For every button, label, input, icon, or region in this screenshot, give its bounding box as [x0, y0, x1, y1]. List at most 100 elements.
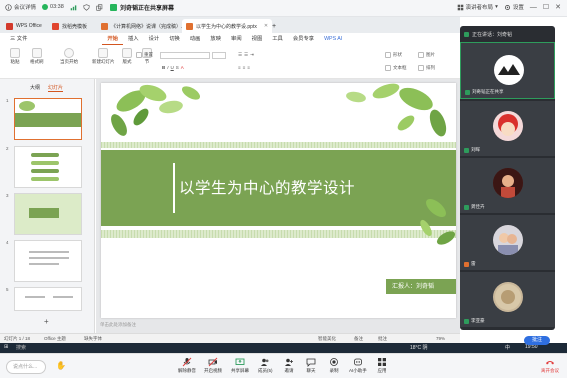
- slide-editing-area[interactable]: 以学生为中心的教学设计 汇报人：刘奇韬 单击此处添加备注: [96, 79, 460, 333]
- leave-meeting-button[interactable]: 离开会议: [541, 357, 559, 374]
- leaf-decoration: [19, 101, 35, 111]
- apps-label: 应用: [377, 368, 387, 373]
- participant-tile-2[interactable]: 刘晖: [460, 101, 555, 156]
- shape-icon: [385, 52, 391, 58]
- taskbar-search[interactable]: 搜索: [16, 344, 26, 351]
- font-controls[interactable]: [160, 52, 226, 59]
- reset-button[interactable]: 重置: [136, 52, 153, 58]
- annotate-button[interactable]: 批注: [524, 336, 550, 345]
- hand-raise-icon[interactable]: ✋: [56, 361, 66, 370]
- layout-button[interactable]: 演讲者布局 ▾: [457, 3, 498, 11]
- menu-wps-ai[interactable]: WPS AI: [319, 33, 347, 45]
- font-color-icon[interactable]: A: [181, 65, 184, 70]
- participant-tile-5[interactable]: 李亚豪: [460, 272, 555, 327]
- format-painter-button[interactable]: 格式刷: [30, 48, 44, 65]
- name-label: 李亚豪: [471, 318, 485, 323]
- font-size-select[interactable]: [212, 52, 226, 59]
- leave-meeting-label: 离开会议: [541, 368, 559, 373]
- align-right-icon[interactable]: ≡: [247, 65, 250, 70]
- unmute-button[interactable]: 解除静音: [178, 357, 196, 374]
- italic-icon[interactable]: I: [167, 65, 168, 70]
- pptx-file-icon: [101, 22, 108, 30]
- menu-insert[interactable]: 插入: [123, 33, 144, 45]
- menu-animation[interactable]: 动画: [185, 33, 206, 45]
- tab-current-pptx[interactable]: 以学生为中心的教学设.pptx ✕: [182, 19, 273, 33]
- menu-review[interactable]: 审阅: [226, 33, 247, 45]
- slide-thumb-2[interactable]: 2: [6, 146, 82, 188]
- notes-placeholder[interactable]: 单击此处添加备注: [100, 322, 136, 328]
- participant-tile-4[interactable]: 雷: [460, 215, 555, 270]
- chat-input[interactable]: 说点什么...: [6, 360, 46, 374]
- tab-template[interactable]: 找稻壳模板: [48, 19, 91, 33]
- settings-button[interactable]: 设置: [504, 3, 524, 11]
- tab-wps-office[interactable]: WPS Office: [2, 19, 46, 33]
- copy-icon[interactable]: [96, 3, 103, 11]
- tab-outline[interactable]: 大纲: [30, 84, 40, 92]
- photo-avatar-icon: [495, 284, 521, 310]
- align-center-icon[interactable]: ≡: [243, 65, 246, 70]
- zoom-level[interactable]: 79%: [436, 336, 445, 341]
- numbered-list-icon[interactable]: ☰: [244, 52, 248, 58]
- windows-start-icon[interactable]: ⊞: [4, 344, 8, 350]
- underline-icon[interactable]: U: [171, 65, 174, 70]
- notes-toggle[interactable]: 备注: [354, 336, 363, 342]
- add-slide-button[interactable]: +: [44, 317, 49, 326]
- bullet-list-icon[interactable]: ☰: [238, 52, 242, 58]
- input-language[interactable]: 中: [505, 344, 510, 351]
- reset-label: 重置: [144, 52, 153, 57]
- arrange-button[interactable]: 排列: [418, 65, 435, 71]
- menu-view[interactable]: 视图: [247, 33, 268, 45]
- menu-home[interactable]: 开始: [102, 33, 123, 45]
- comments-toggle[interactable]: 批注: [378, 336, 387, 342]
- shield-icon[interactable]: [83, 3, 90, 11]
- picture-button[interactable]: 图片: [418, 52, 435, 58]
- slide-title[interactable]: 以学生为中心的教学设计: [179, 176, 355, 198]
- bold-icon[interactable]: B: [162, 65, 165, 70]
- strikethrough-icon[interactable]: S: [176, 65, 179, 70]
- new-tab-button[interactable]: +: [268, 19, 280, 33]
- paste-button[interactable]: 粘贴: [10, 48, 20, 65]
- slide-thumb-3[interactable]: 3: [6, 193, 82, 235]
- indent-icon[interactable]: ⇥: [250, 52, 254, 58]
- textbox-button[interactable]: 文本框: [385, 65, 407, 71]
- signal-icon[interactable]: [70, 4, 77, 11]
- current-start-button[interactable]: 当页开始: [60, 48, 78, 65]
- slide-thumb-4[interactable]: 4: [6, 240, 82, 282]
- members-button[interactable]: 成员(5): [258, 357, 273, 374]
- apps-button[interactable]: 应用: [377, 357, 387, 374]
- menu-slideshow[interactable]: 放映: [205, 33, 226, 45]
- weather: 18°C 阴: [410, 345, 428, 351]
- smart-beautify-button[interactable]: 智能美化: [318, 336, 336, 342]
- participant-tile-1[interactable]: 刘奇韬正在共享: [460, 42, 555, 99]
- status-bar: 幻灯片 1 / 18 Office 主题 缺失字体 智能美化 备注 批注 79%: [0, 333, 460, 343]
- slide[interactable]: 以学生为中心的教学设计 汇报人：刘奇韬: [101, 83, 456, 318]
- menu-transition[interactable]: 切换: [164, 33, 185, 45]
- participant-tile-3[interactable]: 龚佳卉: [460, 158, 555, 213]
- tab-slides[interactable]: 幻灯片: [48, 84, 64, 92]
- menu-tools[interactable]: 工具: [267, 33, 288, 45]
- new-slide-button[interactable]: 新建幻灯片: [92, 48, 115, 65]
- shape-button[interactable]: 形状: [385, 52, 402, 58]
- presenter-label[interactable]: 汇报人：刘奇韬: [386, 279, 456, 294]
- ai-assistant-button[interactable]: AI小助手: [349, 357, 367, 374]
- record-button[interactable]: 录制: [329, 357, 339, 374]
- missing-font-button[interactable]: 缺失字体: [84, 336, 102, 342]
- slide-thumb-1[interactable]: 1: [6, 98, 82, 140]
- minimize-icon[interactable]: —: [530, 4, 537, 11]
- align-left-icon[interactable]: ≡: [238, 65, 241, 70]
- start-video-button[interactable]: 开启视频: [204, 357, 222, 374]
- menu-member[interactable]: 会员专享: [288, 33, 319, 45]
- close-icon[interactable]: ✕: [555, 3, 561, 11]
- chat-button[interactable]: 聊天: [306, 357, 316, 374]
- slide-thumb-5[interactable]: 5: [6, 287, 82, 311]
- name-label: 雷: [471, 261, 476, 266]
- menu-design[interactable]: 设计: [144, 33, 165, 45]
- meeting-info-button[interactable]: 会议详情: [5, 3, 36, 11]
- invite-button[interactable]: 邀请: [284, 357, 294, 374]
- file-menu[interactable]: 三 文件: [0, 33, 32, 45]
- maximize-icon[interactable]: ☐: [543, 3, 549, 11]
- share-screen-button[interactable]: 共享屏幕: [231, 357, 249, 374]
- wps-logo-icon: [6, 22, 13, 30]
- font-family-select[interactable]: [160, 52, 210, 59]
- layout-button[interactable]: 版式: [122, 48, 132, 65]
